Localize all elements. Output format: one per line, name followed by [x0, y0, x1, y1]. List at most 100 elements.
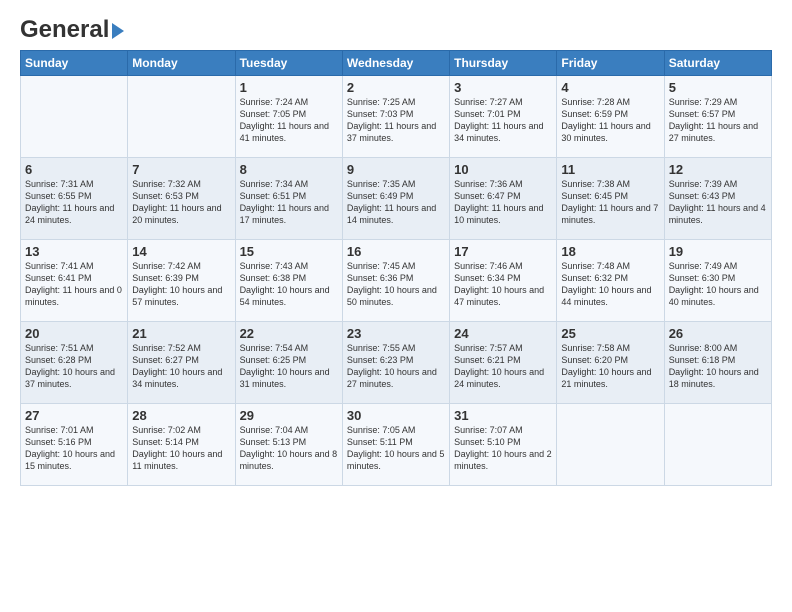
logo: General — [20, 16, 124, 40]
day-info: Sunrise: 7:02 AMSunset: 5:14 PMDaylight:… — [132, 424, 230, 473]
day-info: Sunrise: 7:42 AMSunset: 6:39 PMDaylight:… — [132, 260, 230, 309]
weekday-header-sunday: Sunday — [21, 51, 128, 76]
day-cell: 26Sunrise: 8:00 AMSunset: 6:18 PMDayligh… — [664, 322, 771, 404]
day-info: Sunrise: 7:48 AMSunset: 6:32 PMDaylight:… — [561, 260, 659, 309]
day-number: 17 — [454, 244, 552, 259]
day-cell: 18Sunrise: 7:48 AMSunset: 6:32 PMDayligh… — [557, 240, 664, 322]
day-info: Sunrise: 7:38 AMSunset: 6:45 PMDaylight:… — [561, 178, 659, 227]
day-info: Sunrise: 7:24 AMSunset: 7:05 PMDaylight:… — [240, 96, 338, 145]
weekday-header-monday: Monday — [128, 51, 235, 76]
day-info: Sunrise: 7:29 AMSunset: 6:57 PMDaylight:… — [669, 96, 767, 145]
day-number: 22 — [240, 326, 338, 341]
day-cell: 6Sunrise: 7:31 AMSunset: 6:55 PMDaylight… — [21, 158, 128, 240]
day-info: Sunrise: 8:00 AMSunset: 6:18 PMDaylight:… — [669, 342, 767, 391]
day-number: 24 — [454, 326, 552, 341]
week-row-5: 27Sunrise: 7:01 AMSunset: 5:16 PMDayligh… — [21, 404, 772, 486]
day-number: 20 — [25, 326, 123, 341]
day-info: Sunrise: 7:32 AMSunset: 6:53 PMDaylight:… — [132, 178, 230, 227]
day-cell: 12Sunrise: 7:39 AMSunset: 6:43 PMDayligh… — [664, 158, 771, 240]
week-row-3: 13Sunrise: 7:41 AMSunset: 6:41 PMDayligh… — [21, 240, 772, 322]
day-cell: 29Sunrise: 7:04 AMSunset: 5:13 PMDayligh… — [235, 404, 342, 486]
week-row-4: 20Sunrise: 7:51 AMSunset: 6:28 PMDayligh… — [21, 322, 772, 404]
day-info: Sunrise: 7:27 AMSunset: 7:01 PMDaylight:… — [454, 96, 552, 145]
day-info: Sunrise: 7:34 AMSunset: 6:51 PMDaylight:… — [240, 178, 338, 227]
day-cell: 5Sunrise: 7:29 AMSunset: 6:57 PMDaylight… — [664, 76, 771, 158]
day-number: 12 — [669, 162, 767, 177]
day-number: 26 — [669, 326, 767, 341]
week-row-2: 6Sunrise: 7:31 AMSunset: 6:55 PMDaylight… — [21, 158, 772, 240]
day-number: 10 — [454, 162, 552, 177]
day-cell: 14Sunrise: 7:42 AMSunset: 6:39 PMDayligh… — [128, 240, 235, 322]
day-info: Sunrise: 7:39 AMSunset: 6:43 PMDaylight:… — [669, 178, 767, 227]
day-cell: 21Sunrise: 7:52 AMSunset: 6:27 PMDayligh… — [128, 322, 235, 404]
day-cell: 19Sunrise: 7:49 AMSunset: 6:30 PMDayligh… — [664, 240, 771, 322]
day-info: Sunrise: 7:41 AMSunset: 6:41 PMDaylight:… — [25, 260, 123, 309]
day-info: Sunrise: 7:01 AMSunset: 5:16 PMDaylight:… — [25, 424, 123, 473]
day-cell: 27Sunrise: 7:01 AMSunset: 5:16 PMDayligh… — [21, 404, 128, 486]
day-cell: 2Sunrise: 7:25 AMSunset: 7:03 PMDaylight… — [342, 76, 449, 158]
day-cell: 8Sunrise: 7:34 AMSunset: 6:51 PMDaylight… — [235, 158, 342, 240]
day-info: Sunrise: 7:35 AMSunset: 6:49 PMDaylight:… — [347, 178, 445, 227]
weekday-header-wednesday: Wednesday — [342, 51, 449, 76]
day-cell: 15Sunrise: 7:43 AMSunset: 6:38 PMDayligh… — [235, 240, 342, 322]
day-cell: 10Sunrise: 7:36 AMSunset: 6:47 PMDayligh… — [450, 158, 557, 240]
day-info: Sunrise: 7:52 AMSunset: 6:27 PMDaylight:… — [132, 342, 230, 391]
day-cell — [557, 404, 664, 486]
day-cell: 25Sunrise: 7:58 AMSunset: 6:20 PMDayligh… — [557, 322, 664, 404]
day-info: Sunrise: 7:43 AMSunset: 6:38 PMDaylight:… — [240, 260, 338, 309]
header: General — [20, 16, 772, 40]
day-number: 15 — [240, 244, 338, 259]
day-number: 29 — [240, 408, 338, 423]
day-cell: 7Sunrise: 7:32 AMSunset: 6:53 PMDaylight… — [128, 158, 235, 240]
day-info: Sunrise: 7:55 AMSunset: 6:23 PMDaylight:… — [347, 342, 445, 391]
weekday-header-tuesday: Tuesday — [235, 51, 342, 76]
day-number: 19 — [669, 244, 767, 259]
day-number: 6 — [25, 162, 123, 177]
weekday-header-thursday: Thursday — [450, 51, 557, 76]
day-cell: 31Sunrise: 7:07 AMSunset: 5:10 PMDayligh… — [450, 404, 557, 486]
day-info: Sunrise: 7:49 AMSunset: 6:30 PMDaylight:… — [669, 260, 767, 309]
day-cell: 13Sunrise: 7:41 AMSunset: 6:41 PMDayligh… — [21, 240, 128, 322]
day-number: 4 — [561, 80, 659, 95]
weekday-header-saturday: Saturday — [664, 51, 771, 76]
day-cell — [664, 404, 771, 486]
day-info: Sunrise: 7:07 AMSunset: 5:10 PMDaylight:… — [454, 424, 552, 473]
day-cell: 1Sunrise: 7:24 AMSunset: 7:05 PMDaylight… — [235, 76, 342, 158]
day-number: 16 — [347, 244, 445, 259]
day-info: Sunrise: 7:54 AMSunset: 6:25 PMDaylight:… — [240, 342, 338, 391]
day-cell: 20Sunrise: 7:51 AMSunset: 6:28 PMDayligh… — [21, 322, 128, 404]
day-number: 2 — [347, 80, 445, 95]
day-info: Sunrise: 7:46 AMSunset: 6:34 PMDaylight:… — [454, 260, 552, 309]
day-cell — [21, 76, 128, 158]
day-number: 11 — [561, 162, 659, 177]
day-cell: 9Sunrise: 7:35 AMSunset: 6:49 PMDaylight… — [342, 158, 449, 240]
day-number: 27 — [25, 408, 123, 423]
day-cell: 24Sunrise: 7:57 AMSunset: 6:21 PMDayligh… — [450, 322, 557, 404]
logo-general: General — [20, 16, 109, 44]
day-number: 8 — [240, 162, 338, 177]
day-number: 3 — [454, 80, 552, 95]
day-info: Sunrise: 7:31 AMSunset: 6:55 PMDaylight:… — [25, 178, 123, 227]
day-cell: 4Sunrise: 7:28 AMSunset: 6:59 PMDaylight… — [557, 76, 664, 158]
calendar-table: SundayMondayTuesdayWednesdayThursdayFrid… — [20, 50, 772, 486]
day-number: 25 — [561, 326, 659, 341]
day-number: 28 — [132, 408, 230, 423]
day-info: Sunrise: 7:45 AMSunset: 6:36 PMDaylight:… — [347, 260, 445, 309]
day-cell: 28Sunrise: 7:02 AMSunset: 5:14 PMDayligh… — [128, 404, 235, 486]
weekday-header-row: SundayMondayTuesdayWednesdayThursdayFrid… — [21, 51, 772, 76]
day-number: 7 — [132, 162, 230, 177]
day-number: 21 — [132, 326, 230, 341]
day-number: 23 — [347, 326, 445, 341]
day-number: 13 — [25, 244, 123, 259]
day-info: Sunrise: 7:28 AMSunset: 6:59 PMDaylight:… — [561, 96, 659, 145]
day-info: Sunrise: 7:36 AMSunset: 6:47 PMDaylight:… — [454, 178, 552, 227]
day-info: Sunrise: 7:57 AMSunset: 6:21 PMDaylight:… — [454, 342, 552, 391]
day-cell: 22Sunrise: 7:54 AMSunset: 6:25 PMDayligh… — [235, 322, 342, 404]
weekday-header-friday: Friday — [557, 51, 664, 76]
day-info: Sunrise: 7:04 AMSunset: 5:13 PMDaylight:… — [240, 424, 338, 473]
day-number: 1 — [240, 80, 338, 95]
day-number: 30 — [347, 408, 445, 423]
day-info: Sunrise: 7:51 AMSunset: 6:28 PMDaylight:… — [25, 342, 123, 391]
day-cell: 30Sunrise: 7:05 AMSunset: 5:11 PMDayligh… — [342, 404, 449, 486]
day-cell: 17Sunrise: 7:46 AMSunset: 6:34 PMDayligh… — [450, 240, 557, 322]
